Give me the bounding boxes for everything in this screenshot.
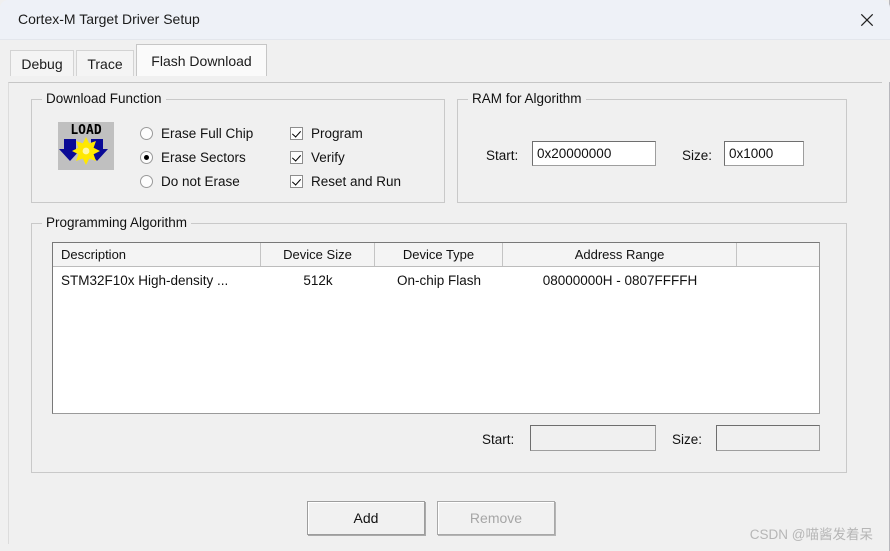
table-header-row: Description Device Size Device Type Addr… [53, 243, 819, 267]
ram-for-algorithm-group: RAM for Algorithm Start: 0x20000000 Size… [457, 91, 847, 203]
title-bar: Cortex-M Target Driver Setup [0, 0, 890, 40]
radio-do-not-erase[interactable]: Do not Erase [140, 174, 240, 189]
radio-do-not-erase-label: Do not Erase [161, 174, 240, 189]
radio-erase-sectors[interactable]: Erase Sectors [140, 150, 246, 165]
checkbox-program-label: Program [311, 126, 363, 141]
column-header-device-type[interactable]: Device Type [375, 243, 503, 266]
download-function-group: Download Function LOAD Erase Full Chip E… [31, 91, 445, 203]
programming-algorithm-group: Programming Algorithm Description Device… [31, 215, 847, 473]
tab-strip: Debug Trace Flash Download [0, 40, 890, 82]
radio-erase-sectors-mark [140, 151, 153, 164]
radio-erase-full-chip-label: Erase Full Chip [161, 126, 254, 141]
radio-do-not-erase-mark [140, 175, 153, 188]
algorithm-size-label: Size: [672, 432, 703, 447]
column-header-spacer[interactable] [737, 243, 819, 266]
tab-debug-label: Debug [21, 55, 63, 72]
add-button-label: Add [353, 510, 379, 526]
algorithm-start-label: Start: [482, 432, 515, 447]
checkbox-reset-and-run-mark [290, 175, 303, 188]
checkbox-program-mark [290, 127, 303, 140]
checkbox-reset-and-run[interactable]: Reset and Run [290, 174, 401, 189]
ram-start-input[interactable]: 0x20000000 [532, 141, 656, 166]
column-header-address-range[interactable]: Address Range [503, 243, 737, 266]
load-icon: LOAD [58, 122, 114, 170]
add-button[interactable]: Add [307, 501, 425, 535]
tab-debug[interactable]: Debug [10, 50, 74, 76]
tab-flash-download-label: Flash Download [151, 52, 252, 69]
watermark-text: CSDN @喵酱发着呆 [749, 527, 873, 542]
radio-erase-full-chip-mark [140, 127, 153, 140]
download-function-title: Download Function [42, 91, 166, 106]
radio-erase-full-chip[interactable]: Erase Full Chip [140, 126, 253, 141]
column-header-device-size[interactable]: Device Size [261, 243, 375, 266]
checkbox-program[interactable]: Program [290, 126, 363, 141]
cell-device-type: On-chip Flash [396, 272, 482, 288]
remove-button-label: Remove [469, 510, 523, 526]
checkbox-verify[interactable]: Verify [290, 150, 345, 165]
cell-device-size: 512k [303, 272, 333, 288]
dialog-window: Cortex-M Target Driver Setup Debug Trace… [0, 0, 890, 551]
table-row[interactable]: STM32F10x High-density ... 512k On-chip … [53, 267, 819, 293]
tab-flash-download[interactable]: Flash Download [136, 44, 267, 76]
checkbox-reset-and-run-label: Reset and Run [311, 174, 402, 189]
ram-start-label: Start: [486, 148, 519, 163]
programming-algorithm-list[interactable]: Description Device Size Device Type Addr… [52, 242, 820, 414]
close-icon[interactable] [844, 0, 890, 40]
cell-description: STM32F10x High-density ... [61, 272, 229, 288]
algorithm-size-input[interactable] [716, 425, 820, 451]
checkbox-verify-mark [290, 151, 303, 164]
cell-address-range: 08000000H - 0807FFFFH [542, 272, 698, 288]
window-title: Cortex-M Target Driver Setup [18, 11, 200, 27]
tab-trace[interactable]: Trace [76, 50, 134, 76]
remove-button: Remove [437, 501, 555, 535]
algorithm-start-input[interactable] [530, 425, 656, 451]
tab-trace-label: Trace [87, 55, 123, 72]
tab-page-flash-download: Download Function LOAD Erase Full Chip E… [8, 82, 882, 544]
programming-algorithm-title: Programming Algorithm [42, 215, 192, 230]
ram-for-algorithm-title: RAM for Algorithm [468, 91, 586, 106]
radio-erase-sectors-label: Erase Sectors [161, 150, 246, 165]
ram-size-input[interactable]: 0x1000 [724, 141, 804, 166]
column-header-description[interactable]: Description [53, 243, 261, 266]
checkbox-verify-label: Verify [311, 150, 345, 165]
ram-size-label: Size: [682, 148, 713, 163]
